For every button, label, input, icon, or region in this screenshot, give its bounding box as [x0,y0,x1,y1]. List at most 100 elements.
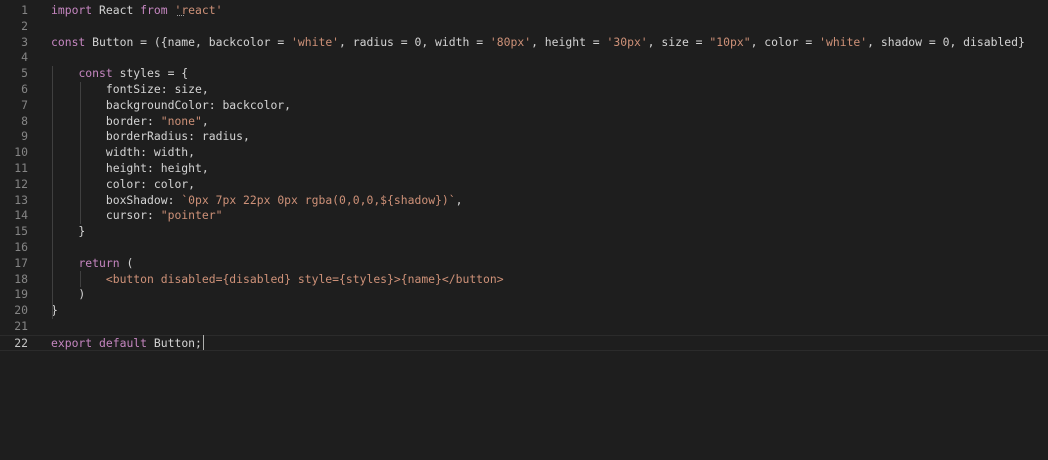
code-line[interactable]: 9 borderRadius: radius, [0,129,1048,145]
code-token: , [455,192,463,207]
indent-guide [80,82,81,224]
code-line[interactable]: 14 cursor: "pointer" [0,208,1048,224]
code-line[interactable]: 22 export default Button; [0,334,1048,352]
line-number: 19 [14,287,28,302]
line-code[interactable]: } [51,224,85,240]
code-token: , shadow = 0, disabled} [867,34,1025,49]
code-token: 'white' [291,34,340,49]
line-code[interactable]: height: height, [51,161,209,177]
line-code[interactable]: border: "none", [51,114,209,130]
line-code[interactable]: return ( [51,256,133,272]
line-number: 14 [14,208,28,223]
line-code[interactable]: boxShadow: `0px 7px 22px 0px rgba(0,0,0,… [51,192,463,209]
line-number: 12 [14,176,28,191]
code-token: default [99,335,148,350]
line-code[interactable]: <button disabled={disabled} style={style… [51,272,504,288]
code-token: styles = { [112,66,189,81]
code-token: } [51,224,86,239]
code-token: Button = ({name, backcolor = [85,34,292,49]
line-number: 8 [21,113,28,128]
line-number: 1 [21,3,28,17]
code-line[interactable]: 8 border: "none", [0,114,1048,130]
code-line[interactable]: 2 [0,19,1048,35]
line-number: 9 [21,129,28,144]
code-token: '30px' [606,34,648,49]
indent-guide [52,66,53,319]
line-code[interactable]: fontSize: size, [51,82,209,98]
line-code[interactable]: const Button = ({name, backcolor = 'whit… [51,35,1025,51]
code-token: export [51,335,93,350]
code-line[interactable]: 12 color: color, [0,177,1048,193]
code-token: "10px" [709,34,751,49]
line-number: 20 [14,303,28,318]
code-token: boxShadow: [51,192,182,207]
code-line[interactable]: 16 [0,240,1048,256]
line-number: 11 [14,161,28,175]
code-token: Button; [147,335,202,350]
line-number: 5 [21,66,28,81]
code-token: , [201,113,209,128]
code-token: `0px 7px 22px 0px rgba(0,0,0,${shadow})` [181,192,456,207]
line-number: 6 [21,82,28,96]
code-token: from [140,3,168,17]
code-line[interactable]: 7 backgroundColor: backcolor, [0,98,1048,114]
line-number: 2 [21,18,28,33]
code-line[interactable]: 6 fontSize: size, [0,82,1048,98]
code-line[interactable]: 5 const styles = { [0,66,1048,82]
line-code[interactable]: backgroundColor: backcolor, [51,98,291,114]
line-number: 22 [14,335,28,350]
line-number: 18 [14,271,28,286]
code-token: , radius = 0, width = [339,34,490,49]
code-token: , size = [647,34,710,49]
code-line[interactable]: 18 <button disabled={disabled} style={st… [0,272,1048,288]
code-line[interactable]: 21 [0,319,1048,335]
line-code[interactable]: cursor: "pointer" [51,208,223,224]
code-line[interactable]: 4 [0,50,1048,66]
line-code[interactable]: import React from 'react' [51,3,222,19]
line-code[interactable]: color: color, [51,177,195,193]
code-token: backgroundColor: backcolor, [51,97,292,112]
code-token: height: height, [51,161,209,175]
code-token: const [51,34,86,49]
code-token: color: color, [51,176,196,191]
code-line[interactable]: 20} [0,303,1048,319]
code-token: React [92,3,141,17]
code-line[interactable]: 3 const Button = ({name, backcolor = 'whi… [0,35,1048,51]
code-token: const [78,66,113,81]
code-token: return [78,255,120,270]
line-number: 10 [14,145,28,160]
line-number: 4 [21,50,28,65]
code-editor[interactable]: 1 import React from 'react' 2 3 const Button… [0,0,1048,460]
code-line[interactable]: 17 return ( [0,256,1048,272]
hint-squiggle [177,13,184,16]
code-line[interactable]: 13 boxShadow: `0px 7px 22px 0px rgba(0,0… [0,193,1048,209]
code-token: width: width, [51,145,196,160]
line-number: 17 [14,255,28,270]
code-token: import [51,3,93,17]
line-number: 7 [21,97,28,112]
line-code[interactable]: width: width, [51,145,195,161]
code-token: ) [51,287,86,302]
line-code[interactable]: const styles = { [51,66,188,82]
code-token: ( [119,255,134,270]
line-code[interactable]: export default Button; [51,336,202,352]
code-token: cursor: [51,208,161,223]
code-line[interactable]: 15 } [0,224,1048,240]
code-line[interactable]: 19 ) [0,287,1048,303]
line-number: 3 [21,34,28,49]
line-code[interactable]: ) [51,287,85,303]
code-token: "none" [160,113,202,128]
line-number: 16 [14,240,28,254]
text-cursor [203,335,204,350]
code-token: , height = [531,34,607,49]
code-token: "pointer" [160,208,223,223]
line-number: 15 [14,224,28,239]
code-line[interactable]: 1 import React from 'react' [0,3,1048,19]
code-line[interactable]: 10 width: width, [0,145,1048,161]
code-token: <button disabled={disabled} style={style… [51,271,504,286]
code-line[interactable]: 11 height: height, [0,161,1048,177]
line-number: 21 [14,319,28,333]
